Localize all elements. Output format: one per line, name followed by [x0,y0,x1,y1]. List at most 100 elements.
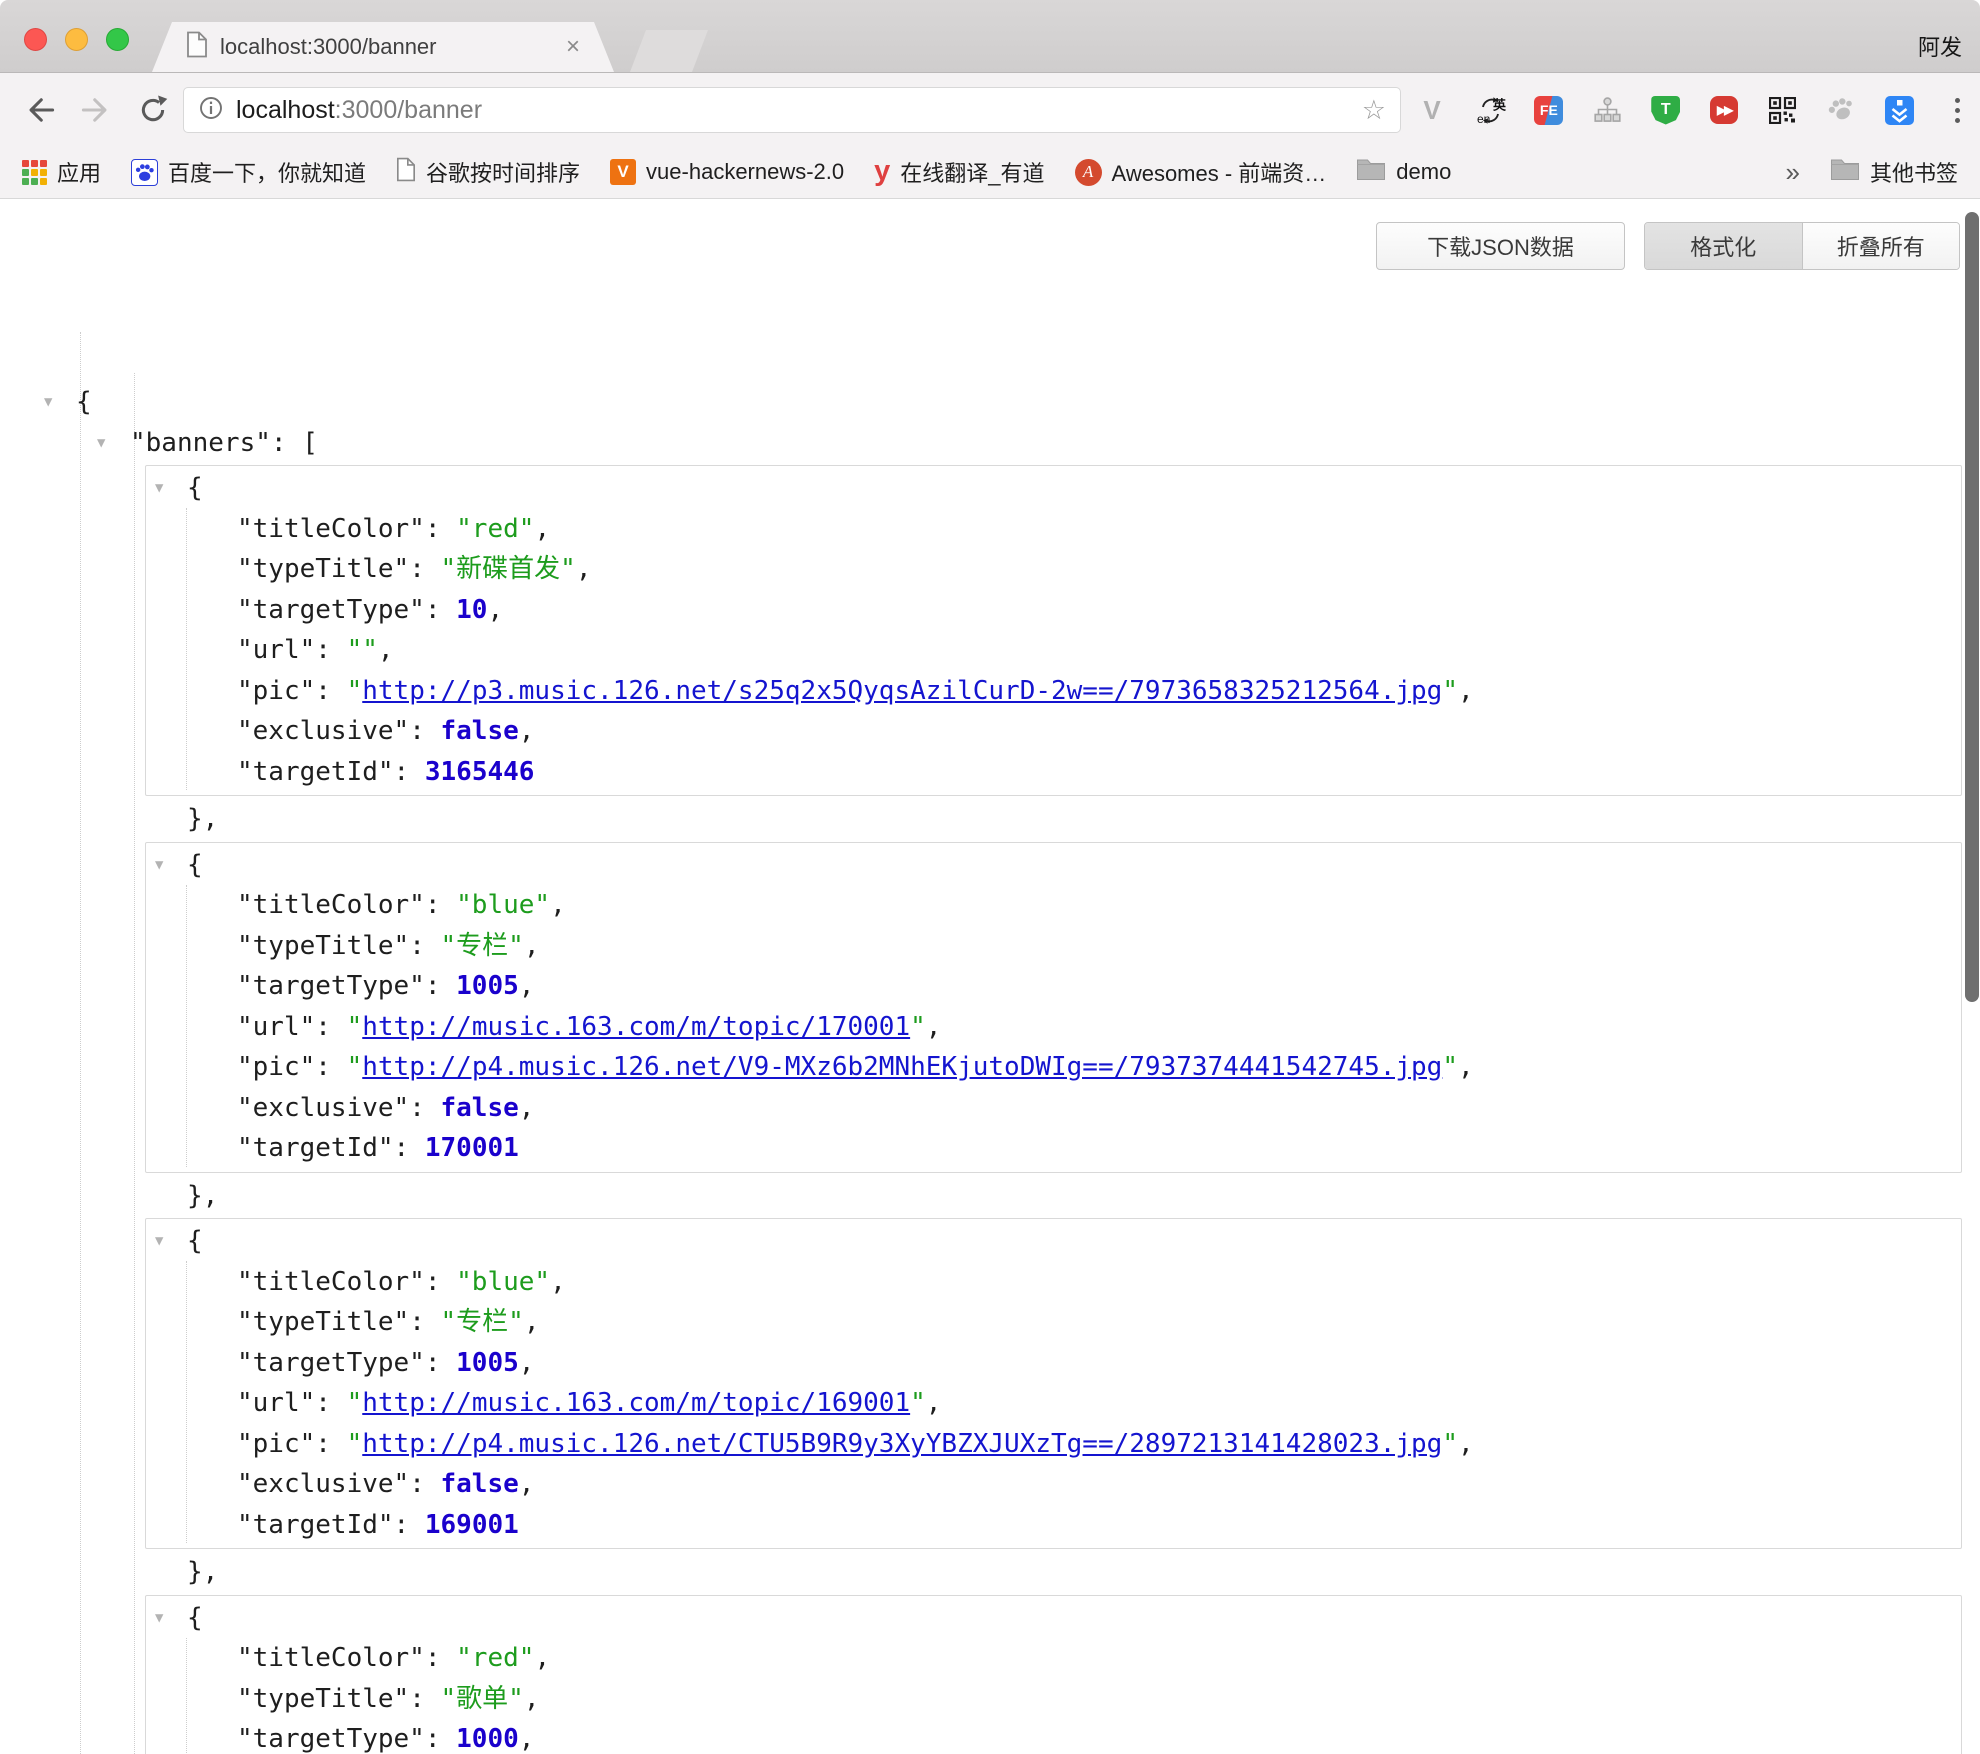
json-key: "targetId" [237,1133,394,1163]
json-key: "targetType" [237,1348,425,1378]
json-property-line: "url": "http://music.163.com/m/topic/170… [146,1007,1961,1048]
json-punctuation: : [315,635,346,665]
forward-button[interactable] [80,93,114,127]
collapse-triangle-icon[interactable]: ▼ [155,1598,163,1639]
json-number-value: 1005 [456,971,519,1001]
qrcode-icon[interactable] [1767,94,1799,126]
json-comma: , [1458,1429,1474,1459]
info-icon[interactable] [198,95,224,126]
json-punctuation: : [425,1724,456,1754]
minimize-window-button[interactable] [65,28,88,51]
bookmark-item-5[interactable]: AAwesomes - 前端资… [1075,156,1327,188]
download-json-button[interactable]: 下载JSON数据 [1376,222,1625,270]
json-property-line: "typeTitle": "专栏", [146,926,1961,967]
url-bar[interactable]: localhost:3000/banner ☆ [183,87,1401,133]
format-button[interactable]: 格式化 [1645,223,1802,269]
tab-close-icon[interactable]: × [566,33,580,61]
json-object-close: }, [0,799,1980,840]
json-link[interactable]: http://p4.music.126.net/CTU5B9R9y3XyYBZX… [362,1429,1442,1459]
indent-guide [80,332,81,1754]
new-tab-button[interactable] [630,30,708,72]
json-punctuation: : [425,1643,456,1673]
json-property-line: "titleColor": "blue", [146,1262,1961,1303]
fastforward-icon[interactable]: ▶▶ [1708,94,1740,126]
json-comma: , [1458,1052,1474,1082]
json-property-line: "targetType": 10, [146,590,1961,631]
collapse-all-button[interactable]: 折叠所有 [1802,223,1960,269]
translate-icon[interactable]: 英en [1474,94,1506,126]
json-link[interactable]: http://p3.music.126.net/s25q2x5QyqsAzilC… [362,676,1442,706]
json-string-value: "" [347,635,378,665]
bookmark-item-0[interactable]: 应用 [22,156,101,188]
json-root-open: ▼{ [0,382,1980,423]
tampermonkey-icon[interactable]: T [1650,94,1682,126]
json-punctuation: }, [187,1557,218,1587]
json-link[interactable]: http://music.163.com/m/topic/170001 [362,1012,910,1042]
collapse-triangle-icon[interactable]: ▼ [155,845,163,886]
json-string-value: "blue" [456,1267,550,1297]
json-key: "typeTitle" [237,931,409,961]
json-property-line: "pic": "http://p4.music.126.net/CTU5B9R9… [146,1424,1961,1465]
svg-text:英: 英 [1492,97,1506,112]
profile-name[interactable]: 阿发 [1918,30,1962,62]
json-tree: ▼{▼"banners": [▼{"titleColor": "red","ty… [0,292,1980,1754]
sitemap-icon[interactable] [1591,94,1623,126]
json-punctuation: : [409,1093,440,1123]
bookmarks-overflow-chevron[interactable]: » [1786,157,1800,188]
zoom-window-button[interactable] [106,28,129,51]
tab-title: localhost:3000/banner [220,34,556,60]
json-property-line: "typeTitle": "歌单", [146,1679,1961,1720]
browser-tab[interactable]: localhost:3000/banner × [152,22,614,72]
json-key: "titleColor" [237,1643,425,1673]
collapse-triangle-icon[interactable]: ▼ [44,382,52,423]
bookmark-item-1[interactable]: 百度一下，你就知道 [131,156,366,188]
json-comma: , [519,1348,535,1378]
apps-grid-icon [22,160,47,185]
paw-icon[interactable] [1825,94,1857,126]
fetch-icon[interactable] [1884,94,1916,126]
browser-menu-icon[interactable] [1942,94,1974,126]
json-comma: , [550,890,566,920]
json-key: "titleColor" [237,514,425,544]
json-link[interactable]: http://p4.music.126.net/V9-MXz6b2MNhEKju… [362,1052,1442,1082]
bookmark-item-6[interactable]: demo [1356,157,1451,187]
json-property-line: "exclusive": false, [146,1088,1961,1129]
json-key: "targetType" [237,595,425,625]
collapse-triangle-icon[interactable]: ▼ [155,468,163,509]
collapse-triangle-icon[interactable]: ▼ [155,1221,163,1262]
json-boolean-value: false [441,716,519,746]
json-comma: , [519,1093,535,1123]
vertical-scrollbar-thumb[interactable] [1965,212,1979,1002]
collapse-triangle-icon[interactable]: ▼ [97,423,105,464]
json-boolean-value: false [441,1093,519,1123]
bookmark-label: 在线翻译_有道 [900,156,1044,188]
vue-devtools-icon[interactable]: V [1416,94,1448,126]
baidu-paw-icon [131,159,158,186]
json-key: "typeTitle" [237,554,409,584]
json-quote: " [910,1012,926,1042]
json-string-value: "新碟首发" [441,554,576,584]
bookmark-item-4[interactable]: y在线翻译_有道 [874,156,1044,188]
other-bookmarks-folder[interactable]: 其他书签 [1830,156,1958,188]
json-property-line: "pic": "http://p4.music.126.net/V9-MXz6b… [146,1047,1961,1088]
json-boolean-value: false [441,1469,519,1499]
json-punctuation: : [409,554,440,584]
json-quote: " [347,1052,363,1082]
json-comma: , [487,595,503,625]
json-key: "targetId" [237,757,394,787]
json-property-line: "targetId": 169001 [146,1505,1961,1546]
fe-icon[interactable]: FE [1533,94,1565,126]
back-button[interactable] [22,93,56,127]
json-punctuation: : [315,1012,346,1042]
bookmark-star-icon[interactable]: ☆ [1362,97,1386,124]
json-comma: , [926,1012,942,1042]
other-bookmarks-label: 其他书签 [1870,156,1958,188]
json-punctuation: : [409,716,440,746]
json-link[interactable]: http://music.163.com/m/topic/169001 [362,1388,910,1418]
json-property-line: "exclusive": false, [146,1464,1961,1505]
bookmark-item-2[interactable]: 谷歌按时间排序 [396,156,580,188]
close-window-button[interactable] [24,28,47,51]
json-object-box-2: ▼{"titleColor": "blue","typeTitle": "专栏"… [145,1218,1962,1549]
bookmark-item-3[interactable]: Vvue-hackernews-2.0 [610,159,844,185]
reload-button[interactable] [136,93,170,127]
